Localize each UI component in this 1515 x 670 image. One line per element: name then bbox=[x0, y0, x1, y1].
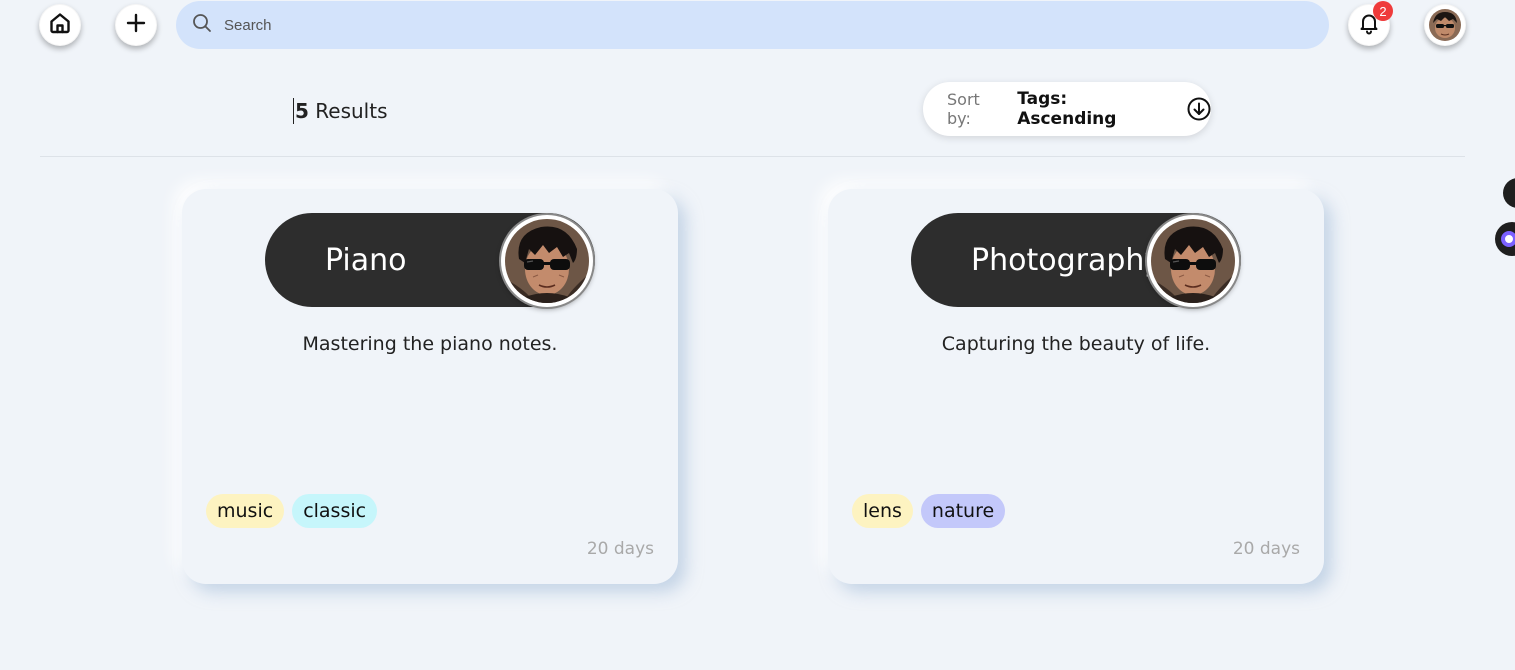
sort-value: Tags: Ascending bbox=[1017, 89, 1117, 129]
sort-label: Sort by: bbox=[947, 90, 980, 128]
card-description: Mastering the piano notes. bbox=[302, 333, 558, 355]
home-icon bbox=[48, 11, 72, 40]
search-icon bbox=[192, 13, 212, 38]
topic-card[interactable]: Photography Capturing the beauty of life… bbox=[828, 189, 1324, 584]
tag-chip[interactable]: music bbox=[206, 494, 285, 528]
search-input[interactable] bbox=[224, 16, 1304, 34]
home-button[interactable] bbox=[39, 4, 81, 46]
results-label: Results bbox=[308, 99, 388, 123]
results-number: 5 bbox=[295, 99, 309, 123]
sort-dropdown[interactable]: Sort by: Tags: Ascending bbox=[923, 82, 1211, 136]
card-timestamp: 20 days bbox=[1232, 539, 1300, 559]
tag-chip[interactable]: nature bbox=[920, 494, 1006, 528]
card-title: Piano bbox=[325, 242, 407, 278]
creator-avatar[interactable] bbox=[1147, 215, 1239, 307]
card-title: Photography bbox=[971, 242, 1163, 278]
results-count: 5 Results bbox=[293, 98, 388, 124]
user-avatar-button[interactable] bbox=[1424, 4, 1466, 46]
tag-list: music classic bbox=[206, 494, 378, 528]
assistant-icon bbox=[1501, 231, 1515, 247]
plus-icon bbox=[125, 12, 147, 39]
topic-card[interactable]: Piano Mastering the piano notes. music c… bbox=[182, 189, 678, 584]
avatar bbox=[1429, 9, 1461, 41]
add-button[interactable] bbox=[115, 4, 157, 46]
notification-badge: 2 bbox=[1373, 1, 1393, 21]
card-title-pill: Piano bbox=[265, 213, 595, 307]
tag-list: lens nature bbox=[852, 494, 1006, 528]
tag-chip[interactable]: classic bbox=[292, 494, 378, 528]
floating-assistant-button[interactable] bbox=[1495, 222, 1515, 256]
creator-avatar[interactable] bbox=[501, 215, 593, 307]
divider bbox=[40, 156, 1465, 157]
search-bar[interactable] bbox=[176, 1, 1329, 49]
card-timestamp: 20 days bbox=[586, 539, 654, 559]
floating-widget-button[interactable] bbox=[1503, 178, 1515, 208]
tag-chip[interactable]: lens bbox=[852, 494, 913, 528]
arrow-down-circle-icon bbox=[1187, 97, 1211, 121]
notifications-button[interactable]: 2 bbox=[1348, 1, 1393, 46]
card-description: Capturing the beauty of life. bbox=[941, 333, 1211, 355]
card-title-pill: Photography bbox=[911, 213, 1241, 307]
